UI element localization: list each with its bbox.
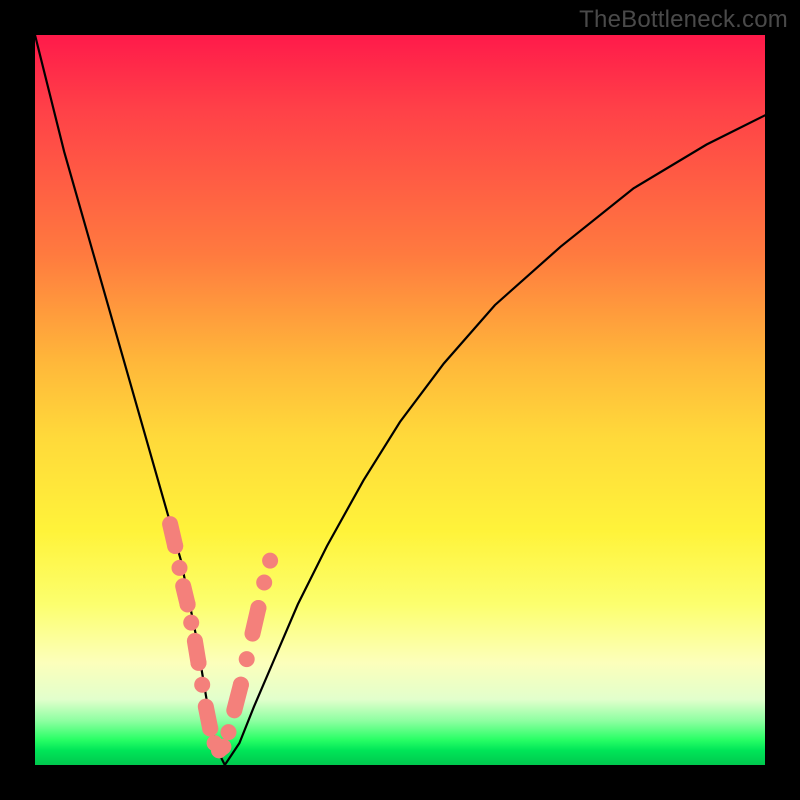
bead-dot (256, 575, 272, 591)
watermark-text: TheBottleneck.com (579, 6, 788, 34)
outer-frame: TheBottleneck.com (0, 0, 800, 800)
plot-area (35, 35, 765, 765)
bead-dot (250, 600, 266, 616)
bead-dot (191, 655, 207, 671)
bead-dot (221, 724, 237, 740)
bead-dot (239, 651, 255, 667)
bead-dot (183, 615, 199, 631)
bead-dot (194, 677, 210, 693)
bead-dot (180, 596, 196, 612)
bead-dot (172, 560, 188, 576)
bottleneck-curve (35, 35, 765, 765)
bead-dot (262, 553, 278, 569)
bead-dot (215, 739, 231, 755)
bead-dot (167, 538, 183, 554)
bead-dot (233, 677, 249, 693)
bead-dot (202, 721, 218, 737)
